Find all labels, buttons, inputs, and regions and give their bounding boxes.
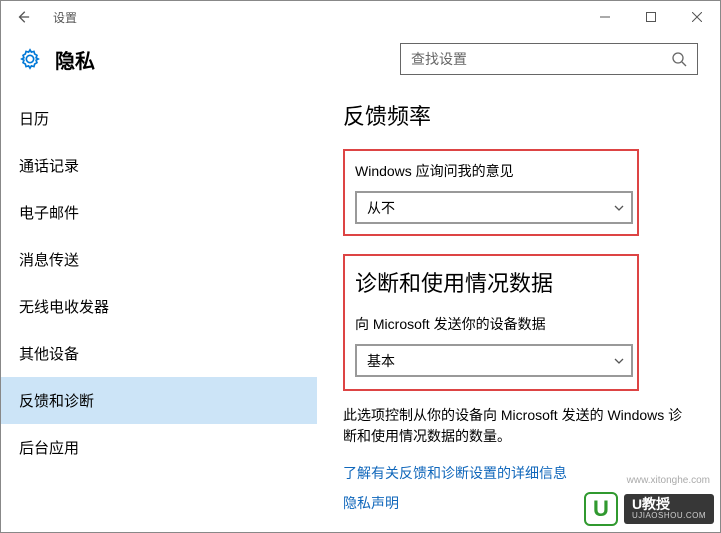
window-controls bbox=[582, 1, 720, 33]
diagnostics-highlight-box: 诊断和使用情况数据 向 Microsoft 发送你的设备数据 基本 bbox=[343, 254, 639, 391]
sidebar-item-background-apps[interactable]: 后台应用 bbox=[1, 424, 317, 471]
feedback-highlight-box: Windows 应询问我的意见 从不 bbox=[343, 149, 639, 236]
watermark: U U教授 UJIAOSHOU.COM bbox=[584, 492, 714, 526]
sidebar-item-label: 无线电收发器 bbox=[19, 296, 109, 317]
sidebar-item-label: 电子邮件 bbox=[19, 202, 79, 223]
diagnostics-description: 此选项控制从你的设备向 Microsoft 发送的 Windows 诊断和使用情… bbox=[343, 405, 694, 447]
sidebar-item-label: 通话记录 bbox=[19, 155, 79, 176]
feedback-label: Windows 应询问我的意见 bbox=[355, 161, 627, 181]
select-value: 从不 bbox=[367, 198, 395, 218]
maximize-button[interactable] bbox=[628, 1, 674, 33]
watermark-badge: U bbox=[584, 492, 618, 526]
gear-icon bbox=[19, 48, 41, 70]
sidebar-item-label: 反馈和诊断 bbox=[19, 390, 94, 411]
chevron-down-icon bbox=[613, 202, 625, 214]
feedback-frequency-select[interactable]: 从不 bbox=[355, 191, 633, 224]
sub-watermark: www.xitonghe.com bbox=[627, 475, 710, 486]
page-title: 隐私 bbox=[55, 45, 95, 74]
titlebar: 设置 bbox=[1, 1, 720, 33]
sidebar-item-radios[interactable]: 无线电收发器 bbox=[1, 283, 317, 330]
sidebar-item-other-devices[interactable]: 其他设备 bbox=[1, 330, 317, 377]
select-value: 基本 bbox=[367, 351, 395, 371]
sidebar-item-calendar[interactable]: 日历 bbox=[1, 95, 317, 142]
sidebar-item-email[interactable]: 电子邮件 bbox=[1, 189, 317, 236]
close-icon bbox=[692, 12, 702, 22]
sidebar-item-label: 其他设备 bbox=[19, 343, 79, 364]
chevron-down-icon bbox=[613, 355, 625, 367]
maximize-icon bbox=[646, 12, 656, 22]
content-pane: 反馈频率 Windows 应询问我的意见 从不 诊断和使用情况数据 向 Micr… bbox=[317, 85, 720, 532]
back-button[interactable] bbox=[1, 1, 45, 33]
window-title: 设置 bbox=[45, 9, 77, 26]
minimize-button[interactable] bbox=[582, 1, 628, 33]
watermark-text: U教授 UJIAOSHOU.COM bbox=[624, 494, 714, 524]
sidebar-item-feedback-diagnostics[interactable]: 反馈和诊断 bbox=[1, 377, 317, 424]
back-arrow-icon bbox=[16, 10, 30, 24]
feedback-heading: 反馈频率 bbox=[343, 99, 694, 131]
sidebar: 日历 通话记录 电子邮件 消息传送 无线电收发器 其他设备 反馈和诊断 后台应用 bbox=[1, 85, 317, 532]
diagnostics-data-select[interactable]: 基本 bbox=[355, 344, 633, 377]
page-header: 隐私 查找设置 bbox=[1, 33, 720, 85]
close-button[interactable] bbox=[674, 1, 720, 33]
diagnostics-label: 向 Microsoft 发送你的设备数据 bbox=[355, 314, 627, 334]
sidebar-item-label: 消息传送 bbox=[19, 249, 79, 270]
search-icon bbox=[671, 51, 687, 67]
diagnostics-heading: 诊断和使用情况数据 bbox=[355, 266, 627, 298]
sidebar-item-label: 后台应用 bbox=[19, 437, 79, 458]
sidebar-item-messaging[interactable]: 消息传送 bbox=[1, 236, 317, 283]
sidebar-item-call-history[interactable]: 通话记录 bbox=[1, 142, 317, 189]
search-placeholder: 查找设置 bbox=[411, 49, 671, 69]
search-input[interactable]: 查找设置 bbox=[400, 43, 698, 75]
minimize-icon bbox=[600, 12, 610, 22]
sidebar-item-label: 日历 bbox=[19, 108, 49, 129]
